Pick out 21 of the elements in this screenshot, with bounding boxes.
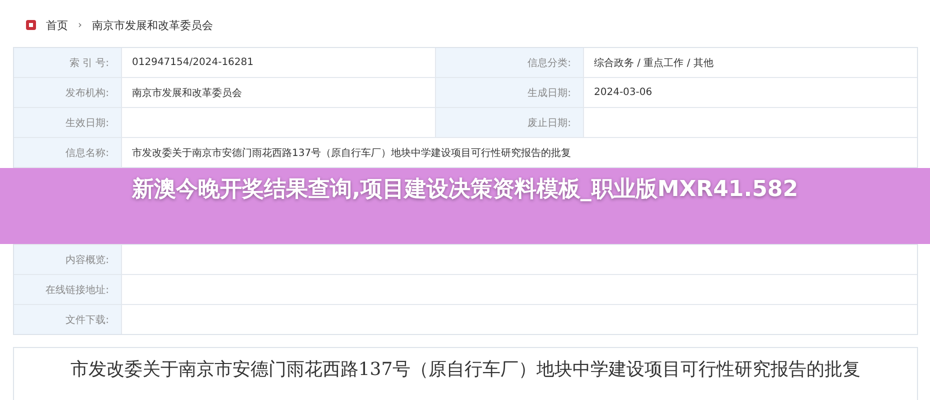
- value-cell-text: 综合政务 / 重点工作 / 其他: [593, 56, 714, 70]
- label-cell: 生成日期:: [435, 78, 584, 107]
- value-cell-text: 市发改委关于南京市安德门雨花西路137号（原自行车厂）地块中学建设项目可行性研究报告的批复: [131, 146, 572, 160]
- title-banner: 新澳今晚开奖结果查询,项目建设决策资料模板_职业版MXR41.582: [0, 168, 930, 244]
- label-cell: 内容概览:: [14, 245, 122, 274]
- label-cell: 信息分类:: [435, 48, 584, 77]
- breadcrumb-link[interactable]: 首页: [46, 18, 68, 32]
- breadcrumb-link[interactable]: 南京市发展和改革委员会: [92, 18, 213, 32]
- value-cell-text: 012947154/2024-16281: [131, 56, 254, 70]
- value-cell-text: 2024-03-06: [593, 86, 654, 100]
- label-cell: 在线链接地址:: [14, 275, 122, 304]
- label-cell: 发布机构:: [14, 78, 122, 107]
- breadcrumb-separator: ›: [78, 20, 82, 30]
- label-cell: 信息名称:: [14, 138, 122, 167]
- label-cell: 废止日期:: [435, 108, 584, 137]
- label-cell: 文件下载:: [14, 305, 122, 334]
- label-cell: 生效日期:: [14, 108, 122, 137]
- value-cell-text: 南京市发展和改革委员会: [131, 86, 243, 100]
- label-cell: 索 引 号:: [14, 48, 122, 77]
- document-title: 市发改委关于南京市安德门雨花西路137号（原自行车厂）地块中学建设项目可行性研究报告的批复: [69, 358, 862, 382]
- home-icon: [26, 20, 36, 30]
